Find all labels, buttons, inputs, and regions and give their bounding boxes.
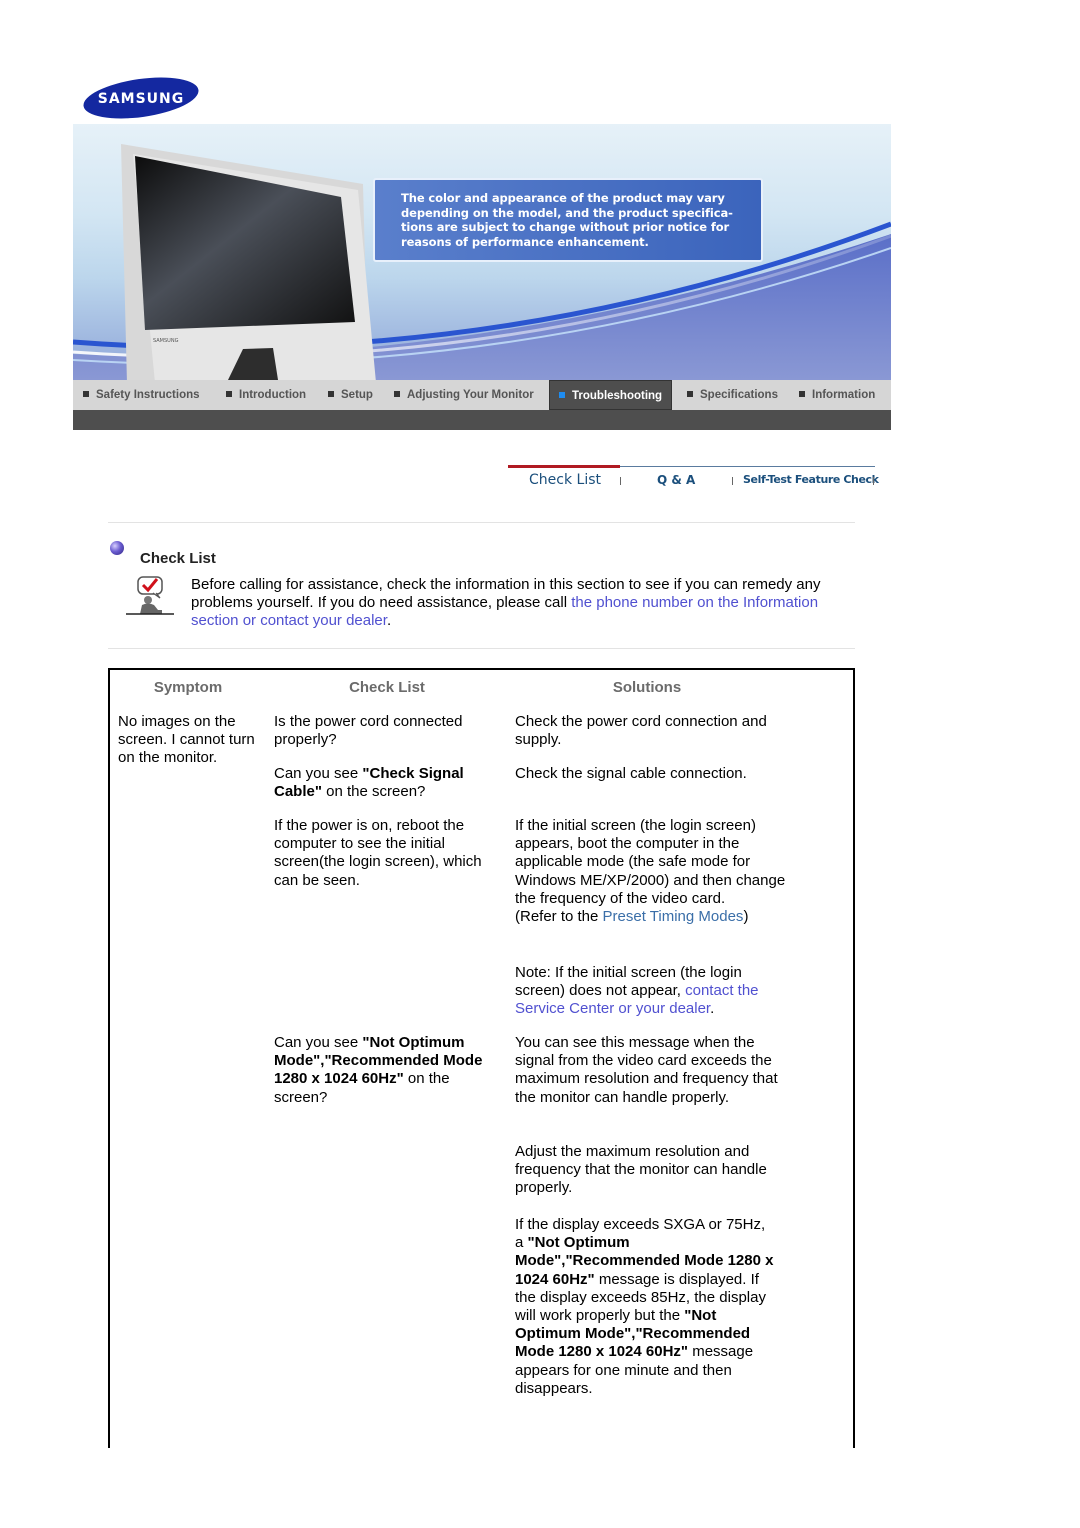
solution-cell: If the display exceeds SXGA or 75Hz, a "…: [515, 1216, 774, 1397]
check-cell: If the power is on, reboot the computer …: [274, 817, 482, 889]
bullet-square-icon: [799, 391, 805, 397]
nav-introduction[interactable]: Introduction: [226, 380, 306, 410]
section-bullet-icon: [110, 541, 124, 555]
solution-note: Note: If the initial screen (the login s…: [515, 964, 759, 1018]
tab-check-list[interactable]: Check List: [529, 472, 601, 488]
tab-separator: [620, 477, 621, 485]
nav-information[interactable]: Information: [799, 380, 875, 410]
nav-troubleshooting[interactable]: Troubleshooting: [549, 380, 673, 410]
check-cell: Can you see "Check Signal Cable" on the …: [274, 765, 464, 801]
notice-line: reasons of performance enhancement.: [401, 234, 649, 249]
solution-cell: Check the power cord connection and supp…: [515, 713, 767, 749]
nav-specifications[interactable]: Specifications: [687, 380, 778, 410]
hero-banner: SAMSUNG The color and appearance of the …: [73, 124, 891, 380]
bullet-square-icon: [226, 391, 232, 397]
divider: [108, 648, 855, 649]
tab-separator: [873, 477, 874, 485]
checklist-person-icon: [126, 576, 174, 615]
header-solutions: Solutions: [612, 679, 682, 696]
section-title: Check List: [140, 550, 216, 567]
bullet-square-icon: [687, 391, 693, 397]
notice-line: depending on the model, and the product …: [401, 205, 733, 220]
header-check-list: Check List: [349, 679, 425, 696]
bullet-square-icon: [394, 391, 400, 397]
sub-tabs: Check List Q & A Self-Test Feature Check: [508, 465, 879, 495]
active-tab-indicator: [508, 465, 620, 468]
check-cell: Is the power cord connected properly?: [274, 713, 463, 749]
tab-self-test-feature-check[interactable]: Self-Test Feature Check: [743, 473, 879, 486]
logo-text: SAMSUNG: [98, 91, 185, 107]
solution-cell: Adjust the maximum resolution and freque…: [515, 1143, 767, 1197]
notice-line: The color and appearance of the product …: [401, 191, 725, 205]
bullet-square-icon: [328, 391, 334, 397]
tab-separator: [732, 477, 733, 485]
notice-line: tions are subject to change without prio…: [401, 220, 730, 235]
tab-q-and-a[interactable]: Q & A: [657, 473, 695, 487]
solution-cell: Check the signal cable connection.: [515, 765, 747, 782]
bullet-square-icon: [559, 392, 565, 398]
main-nav: Safety Instructions Introduction Setup A…: [73, 380, 891, 410]
nav-setup[interactable]: Setup: [328, 380, 373, 410]
divider: [108, 522, 855, 523]
bullet-square-icon: [83, 391, 89, 397]
intro-paragraph: Before calling for assistance, check the…: [191, 576, 821, 630]
symptom-cell: No images on the screen. I cannot turn o…: [118, 713, 255, 767]
header-symptom: Symptom: [153, 679, 223, 696]
preset-timing-modes-link[interactable]: Preset Timing Modes: [603, 908, 744, 925]
solution-cell: You can see this message when the signal…: [515, 1034, 778, 1106]
nav-underbar: [73, 410, 891, 430]
nav-adjusting-your-monitor[interactable]: Adjusting Your Monitor: [394, 380, 534, 410]
nav-safety-instructions[interactable]: Safety Instructions: [83, 380, 200, 410]
disclaimer-notice: The color and appearance of the product …: [373, 178, 763, 262]
tab-line: [620, 466, 875, 467]
solution-cell: If the initial screen (the login screen)…: [515, 817, 786, 926]
samsung-logo[interactable]: SAMSUNG: [82, 77, 200, 119]
check-cell: Can you see "Not Optimum Mode","Recommen…: [274, 1034, 483, 1106]
svg-text:SAMSUNG: SAMSUNG: [153, 338, 179, 344]
